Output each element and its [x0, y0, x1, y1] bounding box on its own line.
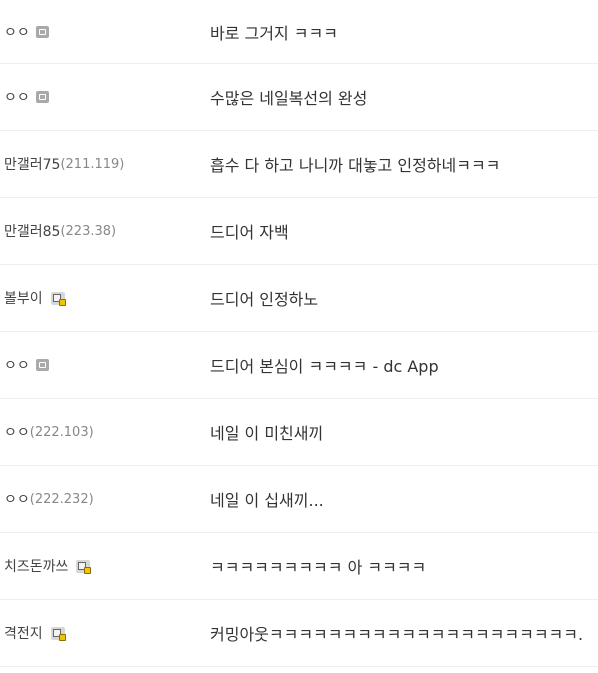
comment-row: 만갤러85 (223.38) 드디어 자백 — [0, 198, 598, 265]
comment-row: 치즈돈까쓰 ㅋㅋㅋㅋㅋㅋㅋㅋㅋ 아 ㅋㅋㅋㅋ — [0, 533, 598, 600]
gallery-member-icon — [35, 91, 49, 103]
gallery-member-icon — [35, 25, 49, 38]
comment-row: ㅇㅇ (222.232) 네일 이 십새끼... — [0, 466, 598, 533]
comment-author[interactable]: ㅇㅇ — [4, 0, 49, 63]
comment-text: 드디어 인정하노 — [210, 290, 319, 309]
comment-author[interactable]: 격전지 — [4, 600, 66, 666]
comment-list: ㅇㅇ 바로 그거지 ㅋㅋㅋ ㅇㅇ 수많은 네일복선의 완성 만갤러75 (211… — [0, 0, 598, 667]
comment-text: ㅋㅋㅋㅋㅋㅋㅋㅋㅋ 아 ㅋㅋㅋㅋ — [210, 558, 427, 577]
comment-text: 드디어 자백 — [210, 223, 289, 242]
author-nickname[interactable]: 만갤러75 — [4, 154, 60, 174]
comment-author[interactable]: ㅇㅇ — [4, 332, 49, 398]
comment-text: 바로 그거지 ㅋㅋㅋ — [210, 23, 338, 43]
comment-author[interactable]: 볼부이 — [4, 265, 66, 331]
comment-text: 흡수 다 하고 나니까 대놓고 인정하네ㅋㅋㅋ — [210, 156, 501, 175]
author-ip: (222.103) — [29, 424, 94, 440]
comment-author[interactable]: ㅇㅇ (222.232) — [4, 466, 94, 532]
author-ip: (211.119) — [60, 156, 125, 172]
author-nickname[interactable]: ㅇㅇ — [4, 355, 30, 375]
comment-row: ㅇㅇ 수많은 네일복선의 완성 — [0, 64, 598, 131]
gallery-member-icon — [35, 359, 49, 371]
comment-row: 만갤러75 (211.119) 흡수 다 하고 나니까 대놓고 인정하네ㅋㅋㅋ — [0, 131, 598, 198]
fixed-nick-icon — [50, 291, 66, 306]
author-nickname[interactable]: 만갤러85 — [4, 221, 60, 241]
author-ip: (223.38) — [60, 223, 117, 239]
author-nickname[interactable]: 치즈돈까쓰 — [4, 556, 68, 576]
fixed-nick-icon — [76, 559, 92, 574]
comment-author[interactable]: 만갤러75 (211.119) — [4, 131, 124, 197]
comment-author[interactable]: 치즈돈까쓰 — [4, 533, 92, 599]
comment-row: ㅇㅇ 드디어 본심이 ㅋㅋㅋㅋ - dc App — [0, 332, 598, 399]
comment-text: 네일 이 십새끼... — [210, 491, 324, 510]
comment-row: 격전지 커밍아웃ㅋㅋㅋㅋㅋㅋㅋㅋㅋㅋㅋㅋㅋㅋㅋㅋㅋㅋㅋㅋㅋ. — [0, 600, 598, 667]
comment-row: ㅇㅇ (222.103) 네일 이 미친새끼 — [0, 399, 598, 466]
comment-author[interactable]: 만갤러85 (223.38) — [4, 198, 116, 264]
comment-author[interactable]: ㅇㅇ (222.103) — [4, 399, 94, 465]
author-nickname[interactable]: 격전지 — [4, 623, 43, 643]
comment-text: 드디어 본심이 ㅋㅋㅋㅋ - dc App — [210, 357, 439, 376]
comment-author[interactable]: ㅇㅇ — [4, 64, 49, 130]
comment-text: 커밍아웃ㅋㅋㅋㅋㅋㅋㅋㅋㅋㅋㅋㅋㅋㅋㅋㅋㅋㅋㅋㅋㅋ. — [210, 625, 584, 644]
author-nickname[interactable]: ㅇㅇ — [4, 422, 30, 442]
comment-row: ㅇㅇ 바로 그거지 ㅋㅋㅋ — [0, 0, 598, 64]
fixed-nick-icon — [50, 626, 66, 641]
author-nickname[interactable]: ㅇㅇ — [4, 87, 30, 107]
author-nickname[interactable]: ㅇㅇ — [4, 489, 30, 509]
author-nickname[interactable]: ㅇㅇ — [4, 22, 30, 42]
author-ip: (222.232) — [29, 491, 94, 507]
comment-text: 수많은 네일복선의 완성 — [210, 89, 368, 108]
comment-text: 네일 이 미친새끼 — [210, 424, 324, 443]
comment-row: 볼부이 드디어 인정하노 — [0, 265, 598, 332]
author-nickname[interactable]: 볼부이 — [4, 288, 43, 308]
